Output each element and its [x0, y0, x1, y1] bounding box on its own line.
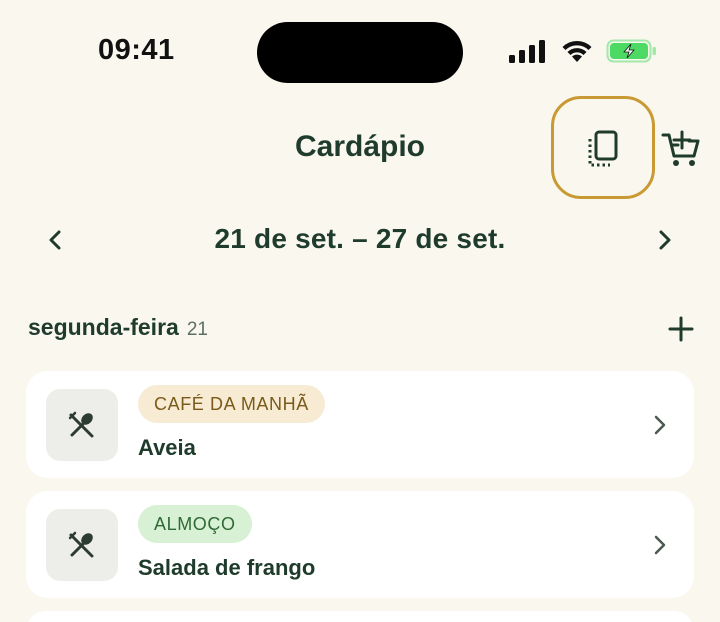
copy-menu-button[interactable] — [571, 124, 635, 174]
day-header: segunda-feira 21 — [28, 314, 700, 344]
plus-icon — [668, 316, 694, 342]
add-to-cart-icon — [661, 130, 700, 166]
dynamic-island — [257, 22, 463, 83]
chevron-right-icon — [659, 230, 671, 250]
meal-name: Salada de frango — [138, 555, 316, 580]
meal-card[interactable] — [26, 611, 694, 622]
meal-thumbnail — [46, 509, 118, 581]
week-switcher: 21 de set. – 27 de set. — [30, 215, 690, 265]
chevron-right-icon — [654, 535, 666, 555]
cellular-signal-icon — [509, 40, 545, 63]
meal-type-tag: CAFÉ DA MANHÃ — [138, 385, 325, 423]
utensils-icon — [68, 411, 94, 438]
meal-card[interactable]: CAFÉ DA MANHÃ Aveia — [26, 371, 694, 478]
meal-type-tag: ALMOÇO — [138, 505, 252, 543]
meal-thumbnail — [46, 389, 118, 461]
chevron-right-icon — [654, 415, 666, 435]
meal-card[interactable]: ALMOÇO Salada de frango — [26, 491, 694, 598]
day-name: segunda-feira — [28, 314, 179, 340]
status-icons — [508, 36, 658, 66]
wifi-icon — [562, 40, 592, 62]
meal-name: Aveia — [138, 435, 196, 460]
next-week-button[interactable] — [648, 223, 682, 257]
status-time: 09:41 — [98, 34, 175, 66]
screen: 09:41 Cardápio 21 de set. – 27 de set. s… — [0, 0, 720, 622]
battery-charging-icon — [606, 39, 656, 63]
day-number: 21 — [186, 319, 208, 340]
add-to-cart-button[interactable] — [654, 124, 708, 174]
week-range-label: 21 de set. – 27 de set. — [214, 223, 506, 254]
copy-menu-icon — [588, 130, 618, 167]
utensils-icon — [68, 531, 94, 558]
add-meal-button[interactable] — [662, 310, 700, 348]
